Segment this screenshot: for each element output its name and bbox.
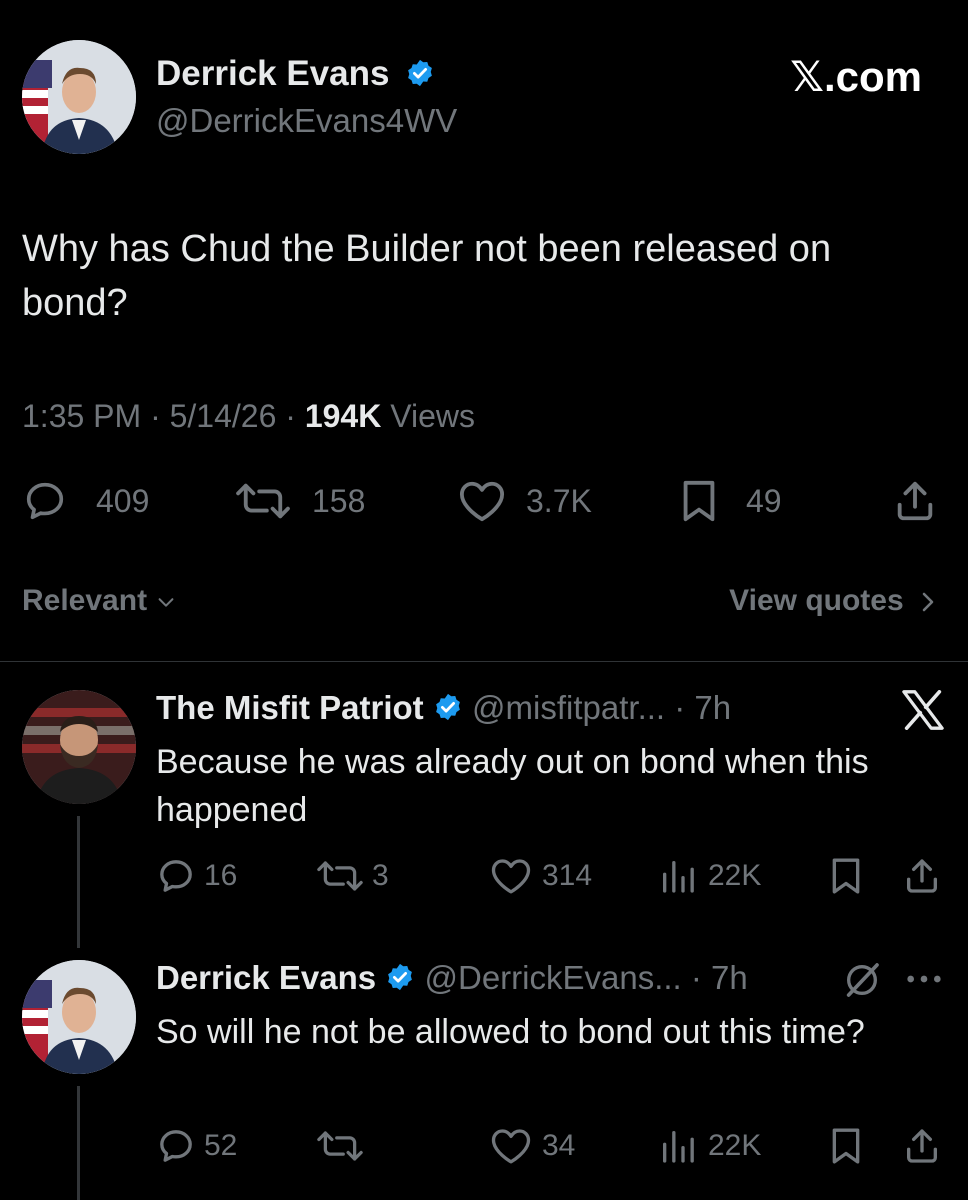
like-count: 34: [542, 1129, 576, 1162]
repost-arrows-icon[interactable]: [314, 1126, 366, 1166]
reply-handle[interactable]: @DerrickEvans...: [424, 959, 681, 996]
heart-icon[interactable]: [455, 478, 509, 524]
x-logo-icon: [900, 690, 946, 730]
reply-avatar[interactable]: [22, 690, 136, 804]
reply-author-name[interactable]: Derrick Evans: [156, 959, 376, 996]
like-count: 3.7K: [526, 483, 592, 519]
verified-badge-icon: [433, 692, 463, 722]
sort-label: Relevant: [22, 584, 148, 617]
reply-avatar[interactable]: [22, 960, 136, 1074]
meta-separator: ·: [150, 398, 161, 434]
heart-icon[interactable]: [488, 1126, 534, 1166]
view-quotes-label: View quotes: [729, 584, 904, 617]
views-label: Views: [381, 398, 475, 434]
speech-bubble-icon[interactable]: [22, 478, 68, 524]
bar-chart-icon[interactable]: [658, 1126, 698, 1166]
heart-icon[interactable]: [488, 856, 534, 896]
view-quotes-link[interactable]: View quotes: [729, 584, 938, 618]
bookmark-icon[interactable]: [676, 478, 722, 524]
x-com-brand: 𝕏.com: [790, 53, 922, 100]
thread-line: [77, 1086, 80, 1200]
speech-bubble-icon[interactable]: [156, 1126, 196, 1166]
thread-line: [77, 816, 80, 948]
chevron-down-icon: [155, 591, 177, 613]
author-name-row[interactable]: Derrick Evans: [156, 54, 435, 94]
sort-dropdown[interactable]: Relevant: [22, 584, 177, 618]
grok-icon[interactable]: [842, 960, 882, 1000]
bookmark-count: 49: [746, 483, 782, 519]
post-text: Why has Chud the Builder not been releas…: [22, 228, 832, 324]
reply-time[interactable]: · 7h: [691, 959, 748, 996]
repost-arrows-icon[interactable]: [232, 478, 294, 524]
reply-count: 52: [204, 1129, 238, 1162]
speech-bubble-icon[interactable]: [156, 856, 196, 896]
divider: [0, 661, 968, 662]
share-icon[interactable]: [892, 478, 938, 524]
views-count: 22K: [708, 859, 762, 892]
author-name[interactable]: Derrick Evans: [156, 54, 389, 93]
verified-badge-icon: [385, 962, 415, 992]
meta-separator: ·: [285, 398, 296, 434]
more-dots-icon[interactable]: [904, 964, 944, 994]
bookmark-icon[interactable]: [826, 856, 866, 896]
reply-time[interactable]: · 7h: [674, 689, 731, 726]
post-time[interactable]: 1:35 PM: [22, 398, 141, 434]
share-icon[interactable]: [902, 856, 942, 896]
post-date[interactable]: 5/14/26: [170, 398, 277, 434]
share-icon[interactable]: [902, 1126, 942, 1166]
like-count: 314: [542, 859, 593, 892]
reply-header: The Misfit Patriot @misfitpatr... · 7h: [156, 688, 731, 728]
views-count: 22K: [708, 1129, 762, 1162]
verified-badge-icon: [405, 58, 435, 88]
reply-text: So will he not be allowed to bond out th…: [156, 1013, 865, 1051]
author-avatar[interactable]: [22, 40, 136, 154]
repost-count: 158: [312, 483, 366, 519]
author-handle[interactable]: @DerrickEvans4WV: [156, 102, 457, 140]
bookmark-icon[interactable]: [826, 1126, 866, 1166]
views-count: 194K: [304, 398, 382, 434]
reply-count: 409: [96, 483, 150, 519]
bar-chart-icon[interactable]: [658, 856, 698, 896]
chevron-right-icon: [918, 589, 938, 615]
post-meta: 1:35 PM · 5/14/26 · 194K Views: [22, 398, 475, 435]
reply-text: Because he was already out on bond when …: [156, 743, 869, 829]
repost-arrows-icon[interactable]: [314, 856, 366, 896]
reply-author-name[interactable]: The Misfit Patriot: [156, 689, 424, 726]
reply-handle[interactable]: @misfitpatr...: [472, 689, 665, 726]
reply-header: Derrick Evans @DerrickEvans... · 7h: [156, 958, 748, 998]
reply-count: 16: [204, 859, 238, 892]
repost-count: 3: [372, 859, 389, 892]
